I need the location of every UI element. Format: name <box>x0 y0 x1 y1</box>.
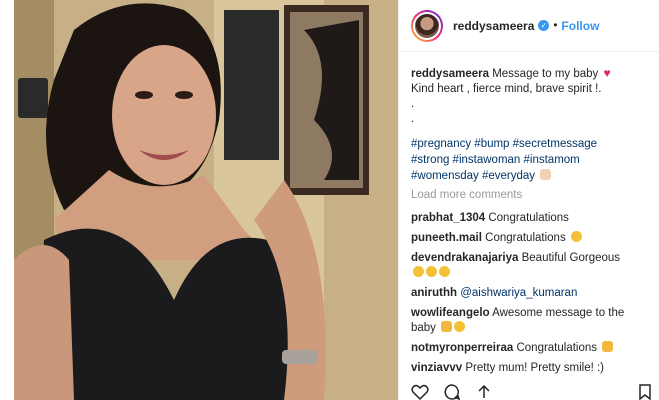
heart-eyes-emoji-icon <box>426 266 437 277</box>
kiss-emoji-icon <box>413 266 424 277</box>
caption-text: Message to my baby <box>492 68 599 80</box>
comment-user[interactable]: wowlifeangelo <box>411 307 490 319</box>
comment-text: Beautiful Gorgeous <box>521 252 621 264</box>
comment-text-2: baby <box>411 322 436 334</box>
caption-dot-1: . <box>411 98 415 110</box>
load-more-comments-link[interactable]: Load more comments <box>411 188 651 203</box>
comment-item: wowlifeangelo Awesome message to the bab… <box>411 306 651 336</box>
comment-user[interactable]: notmyronperreiraa <box>411 342 513 354</box>
avatar[interactable] <box>411 9 443 42</box>
heart-outline-icon[interactable] <box>411 384 429 400</box>
hashtags-line-3: #womensday #everyday <box>411 168 651 184</box>
comment-text: Congratulations <box>516 342 598 354</box>
username-link[interactable]: reddysameera <box>453 19 534 33</box>
caption-author[interactable]: reddysameera <box>411 68 489 80</box>
comment-item: notmyronperreiraa Congratulations <box>411 341 651 356</box>
separator-dot: • <box>553 19 558 32</box>
post-photo[interactable] <box>14 0 398 400</box>
comment-item: vinziavvv Pretty mum! Pretty smile! :) <box>411 361 651 376</box>
comment-item: puneeth.mail Congratulations <box>411 231 651 246</box>
hashtags-line-2[interactable]: #strong #instawoman #instamom <box>411 152 651 168</box>
comment-user[interactable]: prabhat_1304 <box>411 212 485 224</box>
comment-text: Pretty mum! Pretty smile! :) <box>465 362 605 374</box>
instagram-post-page: reddysameera ✓ • Follow reddysameera Mes… <box>0 0 659 400</box>
follow-button[interactable]: Follow <box>561 19 599 33</box>
photo-illustration <box>14 0 398 400</box>
comment-item: prabhat_1304 Congratulations <box>411 211 651 226</box>
comment-user[interactable]: aniruthh <box>411 287 457 299</box>
heart-eyes-emoji-icon <box>570 231 582 242</box>
hashtags-line-3-text[interactable]: #womensday #everyday <box>411 170 535 182</box>
caption-line-2: Kind heart , fierce mind, brave spirit !… <box>411 83 602 95</box>
bookmark-icon[interactable] <box>638 384 656 400</box>
post-actions-bar <box>411 384 656 400</box>
verified-badge-icon: ✓ <box>538 20 550 31</box>
avatar-image <box>413 11 441 40</box>
comment-user[interactable]: vinziavvv <box>411 362 462 374</box>
comment-item: aniruthh @aishwariya_kumaran <box>411 286 651 301</box>
clapping-hand-emoji-icon <box>602 341 614 352</box>
hashtags-line-1[interactable]: #pregnancy #bump #secretmessage <box>411 136 651 152</box>
kiss-emoji-icon <box>439 266 450 277</box>
comment-mention[interactable]: @aishwariya_kumaran <box>460 287 577 299</box>
comment-user[interactable]: puneeth.mail <box>411 232 482 244</box>
comment-user[interactable]: devendrakanajariya <box>411 252 518 264</box>
caption: reddysameera Message to my baby ♥ <box>411 66 651 82</box>
caption-dot-2: . <box>411 113 415 125</box>
comment-text: Congratulations <box>488 212 569 224</box>
post-sidebar: reddysameera ✓ • Follow reddysameera Mes… <box>398 0 659 400</box>
red-heart-icon: ♥ <box>603 66 611 80</box>
thumbs-up-emoji-icon <box>441 321 453 332</box>
share-icon[interactable] <box>475 384 493 400</box>
comment-text: Congratulations <box>485 232 566 244</box>
heart-eyes-emoji-icon <box>454 321 466 332</box>
comment-bubble-icon[interactable] <box>443 384 461 400</box>
comment-text: Awesome message to the <box>492 307 625 319</box>
post-header: reddysameera ✓ • Follow <box>399 0 659 52</box>
comment-item: devendrakanajariya Beautiful Gorgeous <box>411 251 651 281</box>
flexed-biceps-icon <box>540 169 552 180</box>
comments-section: reddysameera Message to my baby ♥ Kind h… <box>411 66 651 381</box>
